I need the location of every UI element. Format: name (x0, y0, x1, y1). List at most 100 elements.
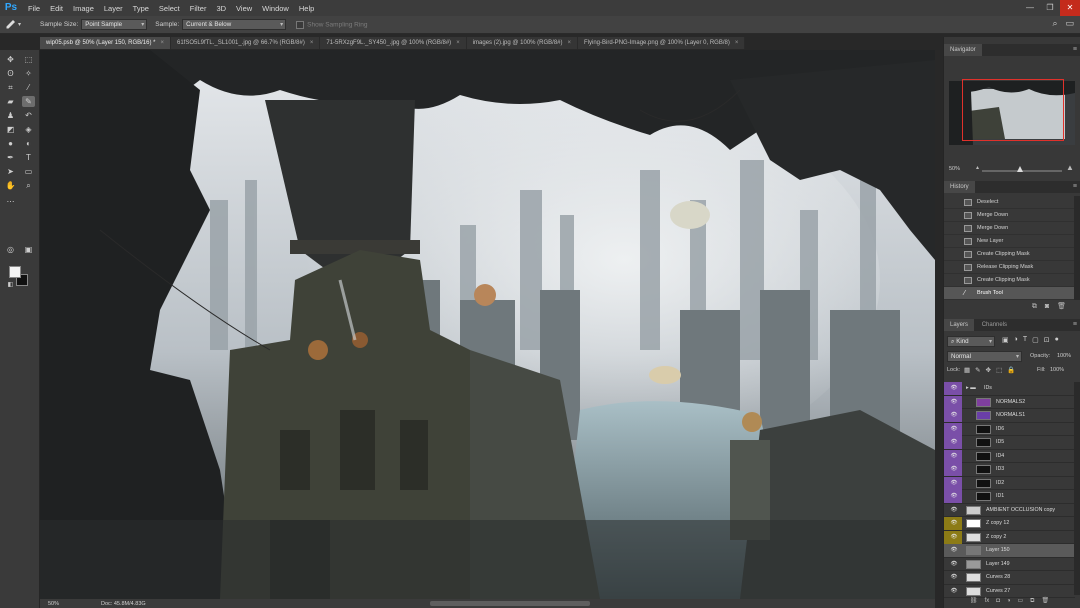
layer-row[interactable]: 👁 NORMALS1 (944, 409, 1075, 423)
tab-wip05[interactable]: wip05.psb @ 50% (Layer 150, RGB/16) * × (40, 37, 171, 49)
healing-brush-tool-icon[interactable]: ▰ (4, 96, 17, 107)
navigator-zoom[interactable]: 50% (949, 166, 960, 172)
menu-type[interactable]: Type (128, 4, 154, 13)
zoom-out-icon[interactable]: ▴ (976, 164, 979, 171)
eye-icon[interactable]: 👁 (946, 558, 962, 571)
layer-filter[interactable]: ⌕ Kind (947, 336, 995, 347)
folder-icon[interactable]: ▸ ▬ (966, 382, 976, 395)
eye-icon[interactable]: 👁 (946, 396, 962, 409)
pen-tool-icon[interactable]: ✒ (4, 152, 17, 163)
close-icon[interactable]: × (456, 40, 460, 46)
default-colors-icon[interactable]: ◧ (4, 280, 17, 291)
screen-mode-icon[interactable]: ▣ (22, 244, 35, 255)
layer-row[interactable]: 👁 Layer 149 (944, 558, 1075, 571)
tool-preset-picker[interactable]: ▾ (4, 18, 32, 32)
layer-row[interactable]: 👁 ▸ ▬ IDs (944, 382, 1075, 396)
layer-row[interactable]: 👁 ID3 (944, 463, 1075, 477)
blend-mode[interactable]: Normal (947, 351, 1022, 362)
layer-row[interactable]: 👁 AMBIENT OCCLUSION copy (944, 504, 1075, 517)
show-sampling-ring-checkbox[interactable] (296, 20, 305, 29)
minimize-button[interactable]: — (1020, 0, 1040, 16)
eye-icon[interactable]: 👁 (946, 450, 962, 463)
layer-row[interactable]: 👁 Z copy 12 (944, 517, 1075, 531)
blend-mode-select[interactable]: Normal (947, 351, 1022, 362)
tab-layers[interactable]: Layers (944, 319, 975, 331)
panel-menu-icon[interactable]: ≡ (1073, 44, 1077, 56)
close-button[interactable]: ✕ (1060, 0, 1080, 16)
new-group-icon[interactable]: ▭ (1017, 595, 1023, 607)
layer-row[interactable]: 👁 ID5 (944, 436, 1075, 450)
snapshot-camera-icon[interactable]: ◙ (1045, 300, 1049, 313)
layer-row[interactable]: 👁 ID1 (944, 490, 1075, 504)
tab-images-2[interactable]: images (2).jpg @ 100% (RGB/8#) × (466, 37, 579, 49)
layer-row[interactable]: 👁 ID2 (944, 476, 1075, 490)
move-tool-icon[interactable]: ✥ (4, 54, 17, 65)
tab-71-5rxzgf9l[interactable]: 71-5RXzgF9L._SY450_.jpg @ 100% (RGB/8#) × (320, 37, 467, 49)
history-brush-tool-icon[interactable]: ↶ (22, 110, 35, 121)
menu-file[interactable]: File (23, 4, 45, 13)
close-icon[interactable]: × (310, 40, 314, 46)
blur-tool-icon[interactable]: ● (4, 138, 17, 149)
history-item[interactable]: Deselect (944, 196, 1074, 209)
dodge-tool-icon[interactable]: ◐ (22, 138, 35, 149)
panel-menu-icon[interactable]: ≡ (1073, 181, 1077, 193)
eraser-tool-icon[interactable]: ◩ (4, 124, 17, 135)
zoom-in-icon[interactable]: ▲ (1066, 163, 1074, 172)
filter-adjustment-icon[interactable]: ◑ (1014, 336, 1018, 347)
eye-icon[interactable]: 👁 (946, 490, 962, 503)
layer-row[interactable]: 👁 Curves 28 (944, 571, 1075, 585)
history-item[interactable]: Release Clipping Mask (944, 261, 1074, 274)
history-item[interactable]: New Layer (944, 235, 1074, 248)
foreground-color-swatch[interactable] (9, 266, 21, 278)
history-item[interactable]: Create Clipping Mask (944, 248, 1074, 261)
menu-select[interactable]: Select (154, 4, 185, 13)
history-scrollbar[interactable] (1074, 196, 1080, 300)
menu-image[interactable]: Image (68, 4, 99, 13)
close-icon[interactable]: × (160, 40, 164, 46)
lock-image-icon[interactable]: ✎ (975, 366, 980, 377)
search-icon[interactable]: ⌕ (1052, 18, 1057, 29)
tab-history[interactable]: History (944, 181, 975, 193)
hand-tool-icon[interactable]: ✋ (4, 180, 17, 191)
eyedropper-tool-icon[interactable]: ⁄ (22, 82, 35, 93)
path-selection-tool-icon[interactable]: ➤ (4, 166, 17, 177)
menu-help[interactable]: Help (294, 4, 319, 13)
crop-tool-icon[interactable]: ⌗ (4, 82, 17, 93)
tab-61fso5l9ftl[interactable]: 61fSO5L9fTL._SL1001_.jpg @ 66.7% (RGB/8#… (171, 37, 321, 49)
history-item[interactable]: Merge Down (944, 209, 1074, 222)
menu-filter[interactable]: Filter (185, 4, 212, 13)
workspace-icon[interactable]: ▭ (1065, 18, 1074, 29)
menu-window[interactable]: Window (257, 4, 294, 13)
new-layer-icon[interactable]: ⧉ (1030, 595, 1034, 607)
layer-row[interactable]: 👁 ID6 (944, 422, 1075, 436)
menu-edit[interactable]: Edit (45, 4, 68, 13)
new-adjustment-icon[interactable]: ◑ (1007, 595, 1011, 607)
filter-toggle-icon[interactable]: ● (1055, 336, 1059, 347)
restore-button[interactable]: ❐ (1040, 0, 1060, 16)
menu-view[interactable]: View (231, 4, 257, 13)
marquee-tool-icon[interactable]: ⬚ (22, 54, 35, 65)
layer-row[interactable]: 👁 Z copy 2 (944, 530, 1075, 544)
trash-icon[interactable]: 🗑 (1041, 595, 1049, 607)
fill-value[interactable]: 100% (1050, 367, 1064, 378)
sample-select[interactable]: Current & Below (182, 19, 287, 30)
brush-tool-icon[interactable]: ✎ (22, 96, 35, 107)
eye-icon[interactable]: 👁 (946, 571, 962, 584)
close-icon[interactable]: × (568, 40, 572, 46)
layer-style-icon[interactable]: fx (985, 595, 990, 607)
doc-size[interactable]: Doc: 45.8M/4.83G (65, 601, 146, 607)
eye-icon[interactable]: 👁 (946, 409, 962, 422)
panel-menu-icon[interactable]: ≡ (1073, 319, 1077, 331)
history-item[interactable]: Merge Down (944, 222, 1074, 235)
type-tool-icon[interactable]: T (22, 152, 35, 163)
magic-wand-tool-icon[interactable]: ✧ (22, 68, 35, 79)
layer-row[interactable]: 👁 NORMALS2 (944, 395, 1075, 409)
zoom-level[interactable]: 50% (40, 601, 65, 607)
tab-channels[interactable]: Channels (976, 319, 1013, 331)
eye-icon[interactable]: 👁 (946, 504, 962, 517)
link-layers-icon[interactable]: ⛓ (970, 595, 978, 607)
eye-icon[interactable]: 👁 (946, 544, 962, 557)
navigator-view-box[interactable] (962, 79, 1064, 141)
trash-icon[interactable]: 🗑 (1057, 300, 1066, 313)
menu-layer[interactable]: Layer (99, 4, 128, 13)
